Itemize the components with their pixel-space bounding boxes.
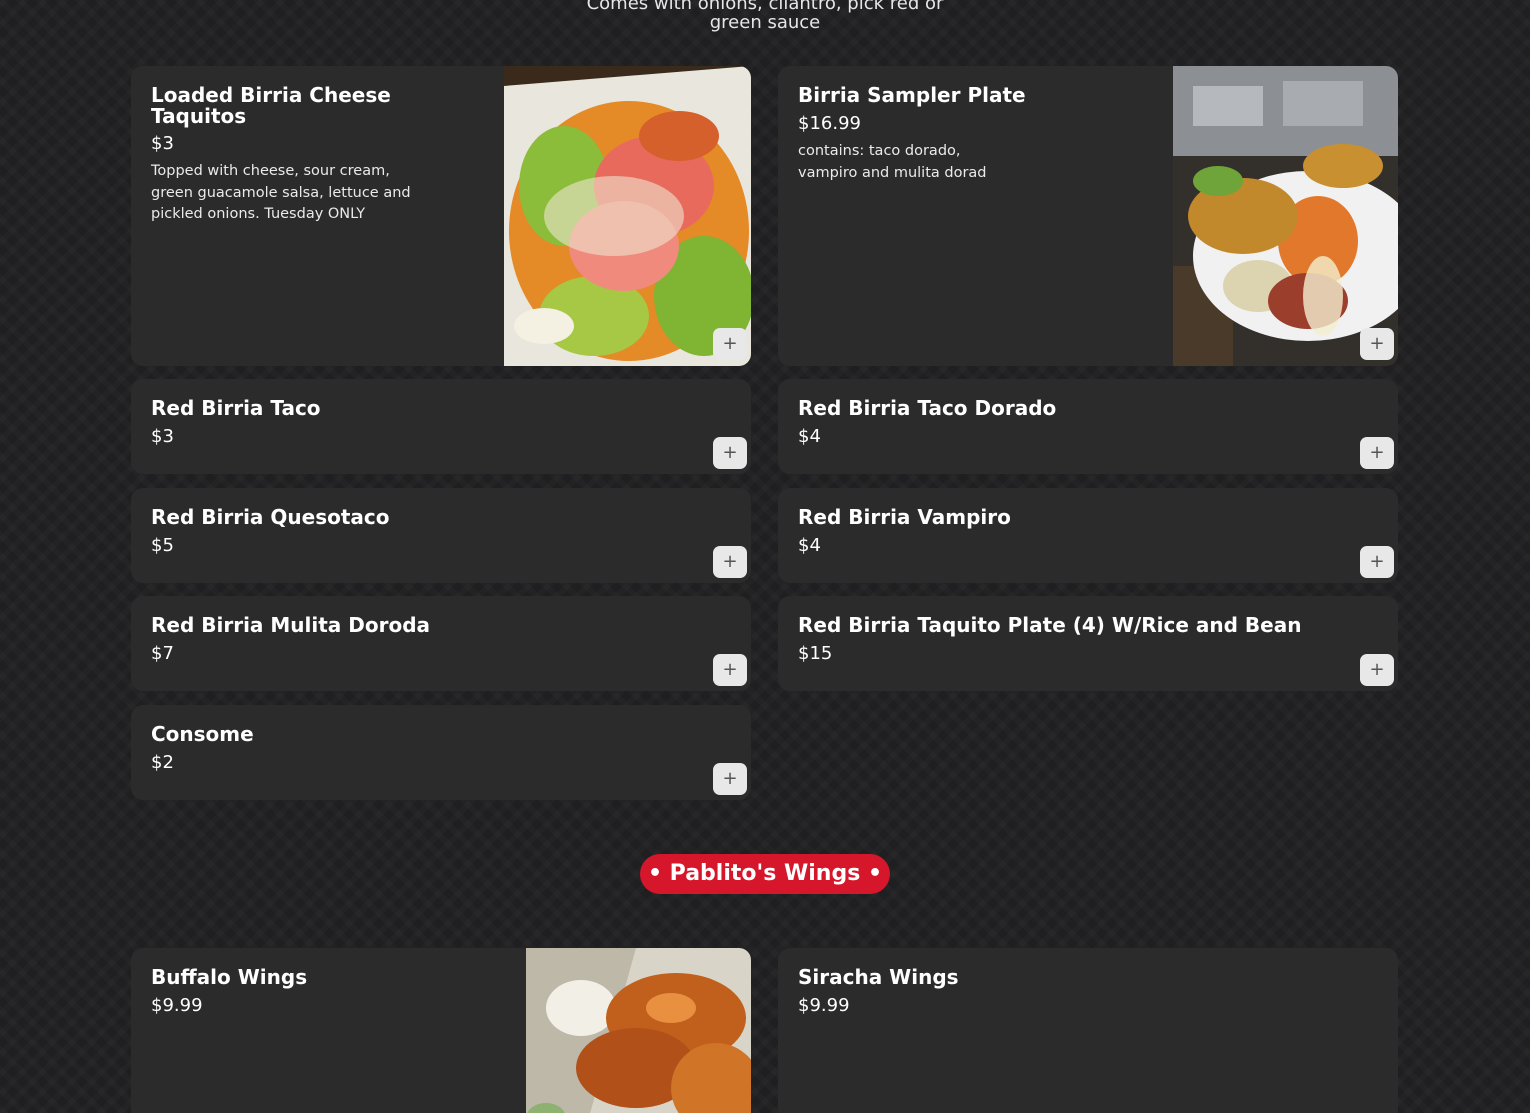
add-item-button[interactable]: +: [1360, 328, 1394, 360]
menu-item-card[interactable]: Consome $2 +: [131, 705, 751, 800]
item-price: $9.99: [151, 995, 203, 1016]
item-price: $4: [798, 535, 821, 556]
add-item-button[interactable]: +: [713, 654, 747, 686]
menu-item-card[interactable]: Red Birria Taco Dorado $4 +: [778, 379, 1398, 474]
item-description: Topped with cheese, sour cream, green gu…: [151, 163, 411, 222]
item-name: Red Birria Taco Dorado: [798, 396, 1057, 420]
item-description: contains: taco dorado, vampiro and mulit…: [798, 143, 987, 181]
item-name: Red Birria Quesotaco: [151, 505, 390, 529]
item-price: $3: [151, 133, 174, 154]
item-price: $2: [151, 752, 174, 773]
item-name: Siracha Wings: [798, 965, 959, 989]
item-price: $3: [151, 426, 174, 447]
item-name: Red Birria Taco: [151, 396, 321, 420]
item-name: Red Birria Vampiro: [798, 505, 1011, 529]
menu-item-card[interactable]: Red Birria Taco $3 +: [131, 379, 751, 474]
menu-item-card[interactable]: Red Birria Quesotaco $5 +: [131, 488, 751, 583]
item-name: Red Birria Taquito Plate (4) W/Rice and …: [798, 613, 1302, 637]
menu-item-card[interactable]: Siracha Wings $9.99: [778, 948, 1398, 1113]
item-name: Loaded Birria Cheese Taquitos: [151, 83, 391, 128]
item-price: $4: [798, 426, 821, 447]
menu-item-card[interactable]: Buffalo Wings $9.99: [131, 948, 751, 1113]
add-item-button[interactable]: +: [713, 328, 747, 360]
menu-section-subtitle: Comes with onions, cilantro, pick red or…: [586, 0, 944, 33]
item-price: $16.99: [798, 113, 861, 134]
item-name: Red Birria Mulita Doroda: [151, 613, 431, 637]
add-item-button[interactable]: +: [1360, 654, 1394, 686]
item-name: Birria Sampler Plate: [798, 83, 1026, 107]
item-name: Consome: [151, 722, 254, 746]
item-price: $9.99: [798, 995, 850, 1016]
add-item-button[interactable]: +: [713, 437, 747, 469]
item-photo: [1173, 66, 1398, 366]
item-photo: [526, 948, 751, 1113]
menu-item-card[interactable]: Loaded Birria Cheese Taquitos $3 Topped …: [131, 66, 751, 366]
add-item-button[interactable]: +: [713, 763, 747, 795]
menu-item-card[interactable]: Red Birria Mulita Doroda $7 +: [131, 596, 751, 691]
menu-item-card[interactable]: Birria Sampler Plate $16.99 contains: ta…: [778, 66, 1398, 366]
add-item-button[interactable]: +: [713, 546, 747, 578]
item-price: $7: [151, 643, 174, 664]
menu-item-card[interactable]: Red Birria Vampiro $4 +: [778, 488, 1398, 583]
item-name: Buffalo Wings: [151, 965, 308, 989]
add-item-button[interactable]: +: [1360, 546, 1394, 578]
category-heading-wings: • Pablito's Wings •: [640, 854, 890, 894]
item-price: $5: [151, 535, 174, 556]
item-price: $15: [798, 643, 833, 664]
add-item-button[interactable]: +: [1360, 437, 1394, 469]
menu-item-card[interactable]: Red Birria Taquito Plate (4) W/Rice and …: [778, 596, 1398, 691]
item-photo: [504, 66, 751, 366]
